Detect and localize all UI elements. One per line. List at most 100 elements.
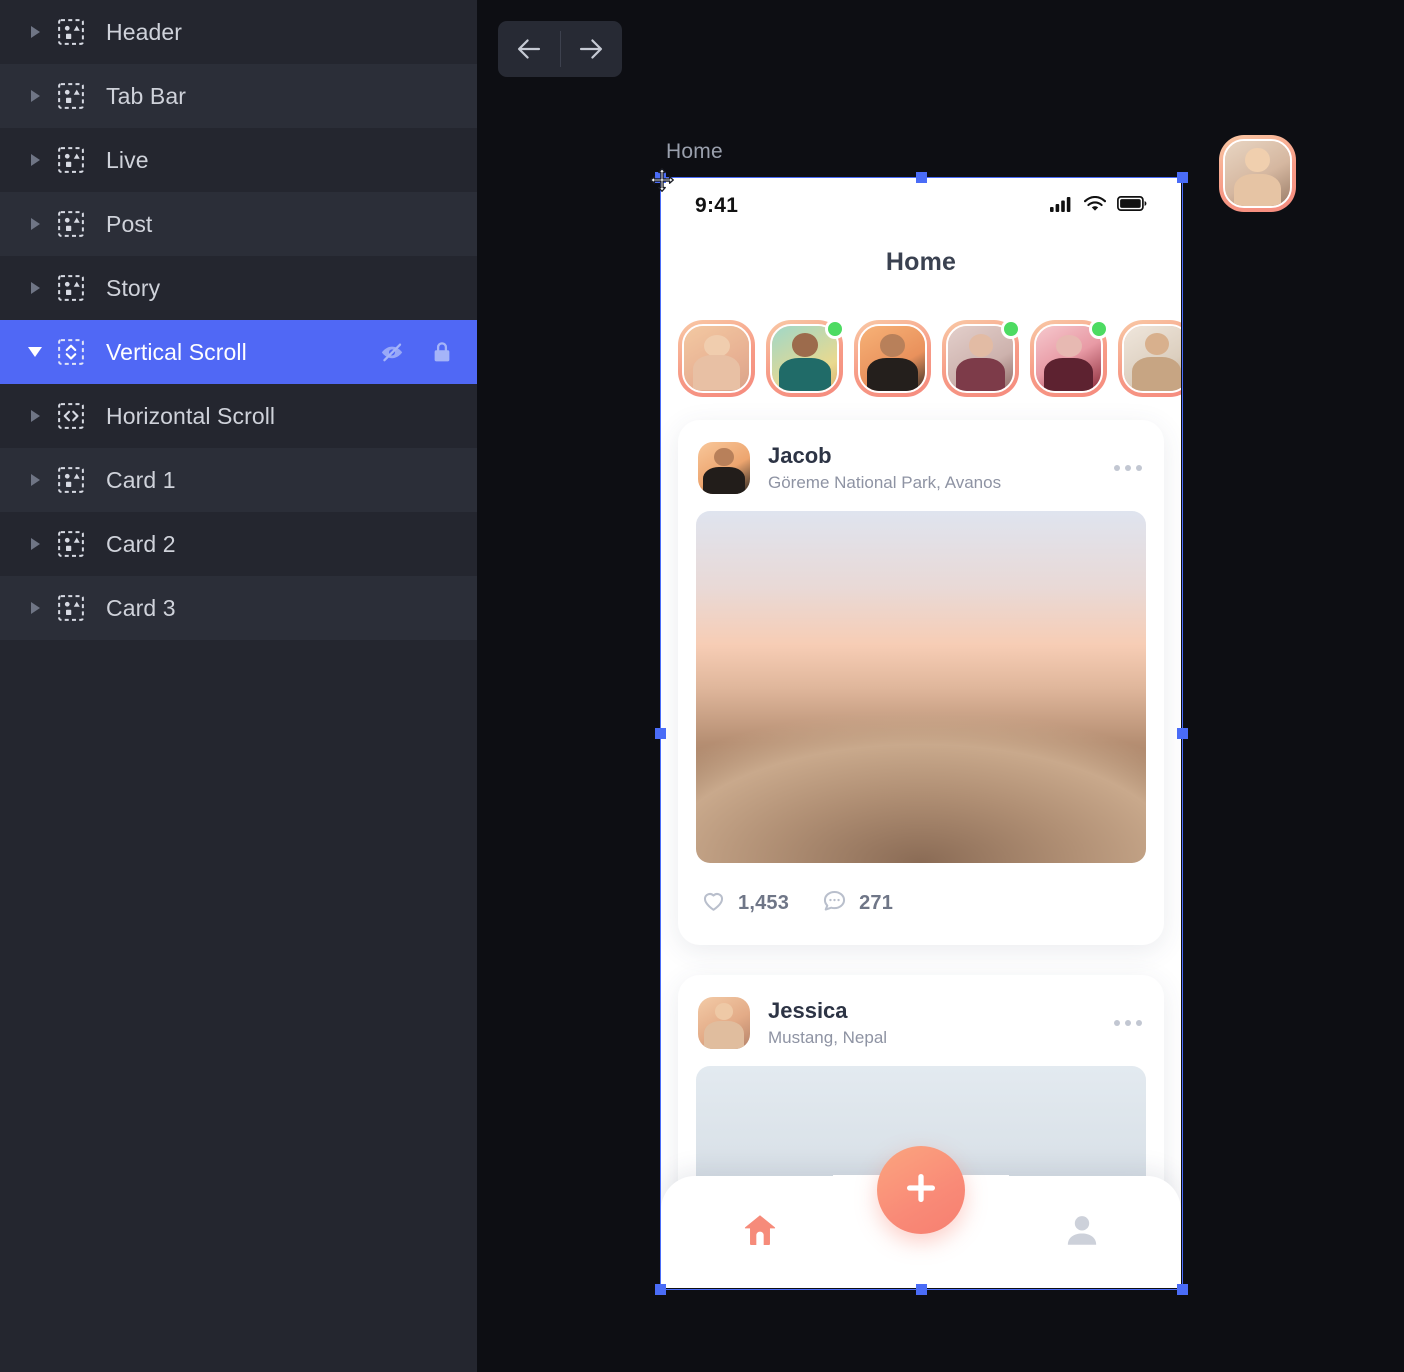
like-count: 1,453 — [738, 891, 790, 914]
wifi-icon — [1083, 195, 1107, 217]
post-card[interactable]: Jacob Göreme National Park, Avanos 1,453 — [678, 420, 1164, 945]
layer-row-story[interactable]: Story — [0, 256, 477, 320]
comment-icon[interactable] — [821, 887, 848, 919]
story-item[interactable] — [1118, 319, 1181, 397]
more-horizontal-icon[interactable] — [1114, 465, 1142, 471]
story-item[interactable] — [1030, 318, 1109, 397]
layer-row-post[interactable]: Post — [0, 192, 477, 256]
story-item[interactable] — [942, 318, 1021, 397]
layer-label: Header — [106, 18, 183, 45]
story-avatar — [860, 325, 925, 391]
layer-label: Card 2 — [106, 530, 176, 557]
home-artboard[interactable]: 9:41 Home Jacob Göreme National Park, Av… — [661, 178, 1181, 1288]
canvas-nav-group — [498, 21, 622, 77]
person-icon[interactable] — [1061, 1209, 1103, 1256]
component-icon — [56, 81, 86, 111]
back-button[interactable] — [498, 21, 560, 77]
frame-label[interactable]: Home — [666, 140, 723, 164]
comment-stat[interactable]: 271 — [821, 887, 893, 919]
post-author: Jacob — [768, 442, 832, 468]
status-icons — [1050, 195, 1147, 217]
post-stats: 1,453 271 — [678, 863, 1164, 945]
layer-label: Live — [106, 146, 149, 173]
heart-icon[interactable] — [700, 887, 727, 919]
stories-strip[interactable] — [661, 308, 1181, 408]
layer-row-horizontal-scroll[interactable]: Horizontal Scroll — [0, 384, 477, 448]
story-avatar — [684, 325, 749, 391]
post-meta: Jessica Mustang, Nepal — [768, 998, 887, 1048]
disclosure-triangle[interactable] — [20, 282, 50, 294]
layer-label: Tab Bar — [106, 82, 186, 109]
nav-divider — [560, 31, 561, 67]
layer-row-header[interactable]: Header — [0, 0, 477, 64]
move-cursor — [649, 167, 675, 198]
vertical-scroll-icon — [56, 337, 86, 367]
story-item-outside-frame[interactable] — [1219, 135, 1296, 212]
layer-label: Horizontal Scroll — [106, 402, 276, 429]
design-canvas[interactable]: Home 9:41 Home Jacob Göreme National Par… — [477, 0, 1404, 1372]
post-author: Jessica — [768, 997, 848, 1023]
status-bar: 9:41 — [661, 178, 1181, 234]
like-stat[interactable]: 1,453 — [700, 887, 789, 919]
component-icon — [56, 209, 86, 239]
layer-row-live[interactable]: Live — [0, 128, 477, 192]
online-badge — [1089, 318, 1109, 339]
comment-count: 271 — [859, 891, 894, 914]
layer-label: Vertical Scroll — [106, 338, 247, 365]
layers-panel: Header Tab Bar Live Post Story Vertical … — [0, 0, 477, 1372]
page-title: Home — [885, 248, 957, 276]
story-avatar — [1225, 141, 1290, 206]
eye-slash-icon[interactable] — [379, 339, 405, 365]
disclosure-triangle[interactable] — [20, 474, 50, 486]
layer-label: Card 1 — [106, 466, 176, 493]
online-badge — [825, 318, 845, 339]
story-item[interactable] — [854, 319, 931, 397]
story-avatar — [1124, 325, 1181, 391]
tab-bar — [661, 1146, 1181, 1288]
add-post-button[interactable] — [877, 1146, 965, 1234]
story-item[interactable] — [678, 319, 755, 397]
post-location: Mustang, Nepal — [768, 1028, 888, 1048]
cellular-signal-icon — [1050, 196, 1073, 217]
layer-row-actions — [379, 339, 455, 365]
more-horizontal-icon[interactable] — [1114, 1020, 1142, 1026]
disclosure-triangle[interactable] — [20, 154, 50, 166]
disclosure-triangle[interactable] — [20, 90, 50, 102]
avatar[interactable] — [698, 442, 750, 494]
layer-label: Post — [106, 210, 153, 237]
home-icon[interactable] — [739, 1209, 781, 1256]
disclosure-triangle[interactable] — [20, 410, 50, 422]
component-icon — [56, 17, 86, 47]
post-location: Göreme National Park, Avanos — [768, 473, 1002, 493]
layer-row-vertical-scroll[interactable]: Vertical Scroll — [0, 320, 477, 384]
layer-row-card-2[interactable]: Card 2 — [0, 512, 477, 576]
status-time: 9:41 — [695, 194, 739, 217]
layer-label: Card 3 — [106, 594, 176, 621]
layer-row-tab-bar[interactable]: Tab Bar — [0, 64, 477, 128]
battery-icon — [1117, 196, 1147, 216]
post-header: Jessica Mustang, Nepal — [678, 992, 1164, 1054]
layer-row-card-3[interactable]: Card 3 — [0, 576, 477, 640]
disclosure-triangle[interactable] — [20, 538, 50, 550]
component-icon — [56, 273, 86, 303]
lock-icon[interactable] — [429, 339, 455, 365]
disclosure-triangle[interactable] — [20, 218, 50, 230]
layer-label: Story — [106, 274, 161, 301]
disclosure-triangle[interactable] — [20, 602, 50, 614]
forward-button[interactable] — [560, 21, 622, 77]
plus-icon — [901, 1168, 941, 1213]
layer-row-card-1[interactable]: Card 1 — [0, 448, 477, 512]
avatar[interactable] — [698, 997, 750, 1049]
post-meta: Jacob Göreme National Park, Avanos — [768, 443, 1001, 493]
component-icon — [56, 465, 86, 495]
component-icon — [56, 529, 86, 559]
horizontal-scroll-icon — [56, 401, 86, 431]
online-badge — [1001, 318, 1021, 339]
component-icon — [56, 145, 86, 175]
post-header: Jacob Göreme National Park, Avanos — [678, 437, 1164, 499]
story-item[interactable] — [766, 318, 845, 397]
disclosure-triangle[interactable] — [20, 26, 50, 38]
component-icon — [56, 593, 86, 623]
disclosure-triangle-expanded[interactable] — [20, 347, 50, 357]
post-image[interactable] — [696, 511, 1146, 863]
